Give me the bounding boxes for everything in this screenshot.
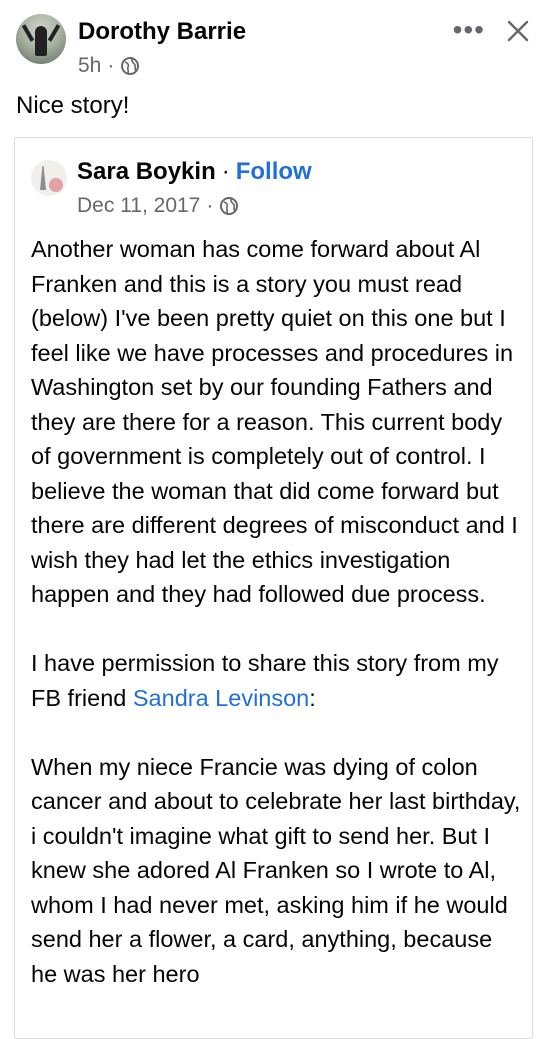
shared-author-avatar[interactable] [31,160,67,196]
globe-icon [220,197,239,215]
post-paragraph: I have permission to share this story fr… [31,646,522,715]
comment-time[interactable]: 5h [78,54,101,78]
comment-header: Dorothy Barrie 5h · ••• [16,14,531,84]
follow-button[interactable]: Follow [236,158,312,186]
meta-separator: · [206,194,214,217]
avatar[interactable] [16,14,66,64]
more-horizontal-icon[interactable]: ••• [453,16,485,44]
shared-post-meta: Dec 11, 2017 · [77,194,239,218]
mention-link[interactable]: Sandra Levinson [133,685,309,711]
shared-post-card[interactable]: Sara Boykin · Follow Dec 11, 2017 · Anot… [14,137,533,1039]
comment-text: Nice story! [16,92,130,119]
author-separator: · [221,158,230,185]
paragraph-text: : [309,684,316,711]
comment-meta: 5h · [78,54,140,78]
shared-author-line: Sara Boykin · Follow [77,158,312,186]
shared-author-name[interactable]: Sara Boykin [77,158,216,186]
post-paragraph: Another woman has come forward about Al … [31,236,518,607]
shared-post-date[interactable]: Dec 11, 2017 [77,194,200,218]
globe-icon [121,57,140,75]
meta-separator: · [107,54,115,77]
close-icon[interactable] [505,18,531,44]
shared-post-header: Sara Boykin · Follow Dec 11, 2017 · [31,158,522,228]
shared-post-body: Another woman has come forward about Al … [31,232,522,1026]
comment-author-name[interactable]: Dorothy Barrie [78,18,246,46]
post-paragraph: When my niece Francie was dying of colon… [31,753,521,987]
